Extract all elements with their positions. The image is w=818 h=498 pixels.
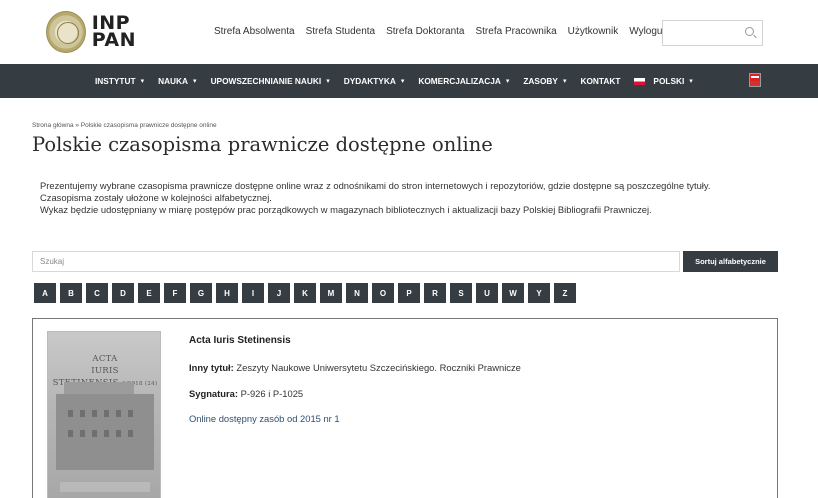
window <box>104 430 109 437</box>
logo-text: INP PAN <box>91 14 136 51</box>
window <box>104 410 109 417</box>
cover-footer <box>60 482 150 492</box>
inp-pan-logo[interactable]: INP PAN <box>46 10 136 54</box>
letter-button[interactable]: Y <box>528 283 550 303</box>
page-title: Polskie czasopisma prawnicze dostępne on… <box>32 133 493 156</box>
link-strefa-absolwenta[interactable]: Strefa Absolwenta <box>214 26 295 37</box>
link-strefa-studenta[interactable]: Strefa Studenta <box>306 26 376 37</box>
nav-label: KOMERCJALIZACJA <box>418 76 501 86</box>
window <box>128 430 133 437</box>
nav-item-kontakt[interactable]: KONTAKT <box>580 76 620 86</box>
logo-line-2: PAN <box>91 29 136 51</box>
site-search-input[interactable] <box>662 20 763 46</box>
letter-button[interactable]: F <box>164 283 186 303</box>
cover-text: IURIS <box>91 366 119 376</box>
intro-text: Prezentujemy wybrane czasopisma prawnicz… <box>40 180 785 215</box>
window <box>68 430 73 437</box>
letter-button[interactable]: I <box>242 283 264 303</box>
letter-button[interactable]: N <box>346 283 368 303</box>
nav-item-upowszechnianie[interactable]: UPOWSZECHNIANIE NAUKI ▾ <box>211 76 330 86</box>
letter-button[interactable]: O <box>372 283 394 303</box>
window <box>80 410 85 417</box>
nav-label: NAUKA <box>158 76 189 86</box>
link-strefa-doktoranta[interactable]: Strefa Doktoranta <box>386 26 464 37</box>
online-access-link[interactable]: Online dostępny zasób od 2015 nr 1 <box>189 413 340 424</box>
chevron-down-icon: ▾ <box>193 78 197 85</box>
letter-button[interactable]: H <box>216 283 238 303</box>
letter-button[interactable]: J <box>268 283 290 303</box>
nav-item-komercjalizacja[interactable]: KOMERCJALIZACJA ▾ <box>418 76 509 86</box>
signature-label: Sygnatura: <box>189 388 238 399</box>
link-wyloguj[interactable]: Wyloguj <box>629 26 664 37</box>
letter-button[interactable]: A <box>34 283 56 303</box>
intro-paragraph: Prezentujemy wybrane czasopisma prawnicz… <box>40 180 711 191</box>
bip-icon[interactable] <box>749 73 761 87</box>
window <box>116 430 121 437</box>
search-icon[interactable] <box>745 27 754 36</box>
letter-button[interactable]: G <box>190 283 212 303</box>
journal-signature: Sygnatura: P-926 i P-1025 <box>189 388 303 399</box>
letter-button[interactable]: R <box>424 283 446 303</box>
other-title-label: Inny tytuł: <box>189 362 234 373</box>
letter-button[interactable]: W <box>502 283 524 303</box>
nav-item-zasoby[interactable]: ZASOBY ▾ <box>523 76 566 86</box>
nav-item-instytut[interactable]: INSTYTUT ▾ <box>95 76 144 86</box>
link-strefa-pracownika[interactable]: Strefa Pracownika <box>475 26 556 37</box>
nav-item-nauka[interactable]: NAUKA ▾ <box>158 76 196 86</box>
journal-other-title: Inny tytuł: Zeszyty Naukowe Uniwersytetu… <box>189 362 521 373</box>
window <box>80 430 85 437</box>
intro-paragraph: Wykaz będzie udostępniany w miarę postęp… <box>40 203 652 215</box>
letter-button[interactable]: E <box>138 283 160 303</box>
window <box>92 410 97 417</box>
letter-button[interactable]: D <box>112 283 134 303</box>
window <box>68 410 73 417</box>
nav-label: INSTYTUT <box>95 76 136 86</box>
nav-item-dydaktyka[interactable]: DYDAKTYKA ▾ <box>344 76 405 86</box>
top-links: Strefa Absolwenta Strefa Studenta Strefa… <box>214 26 665 37</box>
letter-button[interactable]: C <box>86 283 108 303</box>
polish-flag-icon <box>634 77 646 85</box>
nav-label: KONTAKT <box>580 76 621 86</box>
other-title-value: Zeszyty Naukowe Uniwersytetu Szczeciński… <box>236 362 521 373</box>
window <box>128 410 133 417</box>
chevron-down-icon: ▾ <box>140 78 145 85</box>
journal-cover-image[interactable]: ACTA IURIS STETINENSIS 4/2018 (24) <box>47 331 161 498</box>
journal-card: ACTA IURIS STETINENSIS 4/2018 (24) Acta … <box>32 318 778 498</box>
nav-label: UPOWSZECHNIANIE NAUKI <box>210 76 322 86</box>
journal-title: Acta Iuris Stetinensis <box>189 335 291 346</box>
letter-button[interactable]: K <box>294 283 316 303</box>
intro-paragraph: Czasopisma zostały ułożone w kolejności … <box>40 191 272 203</box>
nav-label: ZASOBY <box>523 76 558 86</box>
main-nav: INSTYTUT ▾ NAUKA ▾ UPOWSZECHNIANIE NAUKI ▾ … <box>0 64 818 98</box>
journal-search-input[interactable]: Szukaj <box>32 251 680 272</box>
nav-item-language[interactable]: POLSKI ▾ <box>634 76 693 86</box>
cover-text: ACTA <box>92 354 118 364</box>
letter-button[interactable]: M <box>320 283 342 303</box>
chevron-down-icon: ▾ <box>689 78 693 85</box>
chevron-down-icon: ▾ <box>505 78 510 85</box>
nav-label: DYDAKTYKA <box>343 76 396 86</box>
letter-button[interactable]: S <box>450 283 472 303</box>
signature-value: P-926 i P-1025 <box>240 388 304 399</box>
alphabet-filter: A B C D E F G H I J K M N O P R S U W Y … <box>34 283 576 303</box>
chevron-down-icon: ▾ <box>562 78 567 85</box>
sort-alphabetically-button[interactable]: Sortuj alfabetycznie <box>683 251 778 272</box>
letter-button[interactable]: B <box>60 283 82 303</box>
nav-label: POLSKI <box>653 76 685 86</box>
chevron-down-icon: ▾ <box>326 78 330 85</box>
window <box>92 430 97 437</box>
letter-button[interactable]: U <box>476 283 498 303</box>
seal-emblem-icon <box>46 11 86 53</box>
letter-button[interactable]: Z <box>554 283 576 303</box>
letter-button[interactable]: P <box>398 283 420 303</box>
window <box>116 410 121 417</box>
breadcrumb[interactable]: Strona główna » Polskie czasopisma prawn… <box>32 122 217 129</box>
top-bar: INP PAN Strefa Absolwenta Strefa Student… <box>0 0 818 64</box>
chevron-down-icon: ▾ <box>400 78 405 85</box>
link-uzytkownik[interactable]: Użytkownik <box>568 26 619 37</box>
